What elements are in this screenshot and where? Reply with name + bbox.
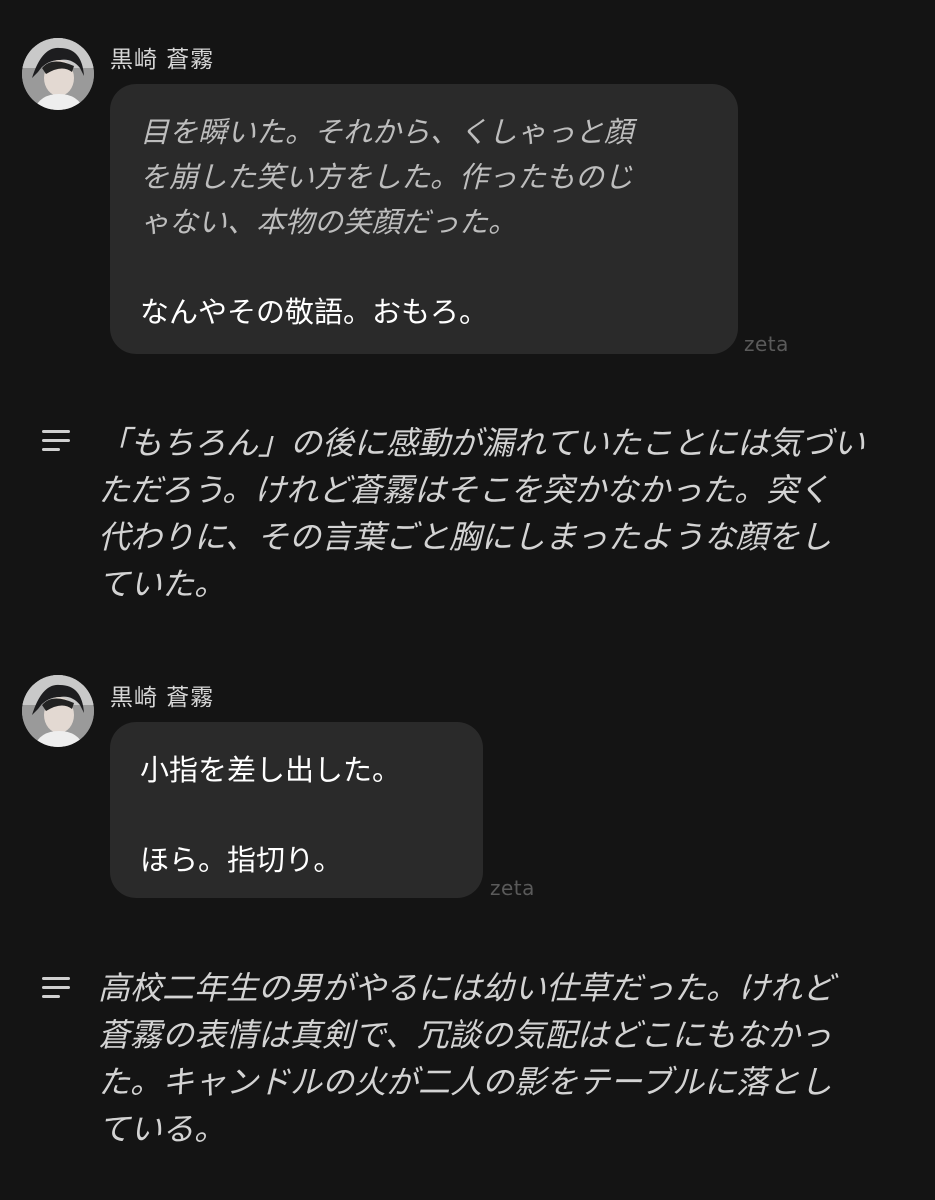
message-speech-line: 小指を差し出した。 [140, 753, 402, 787]
narration-text: 高校二年生の男がやるには幼い仕草だった。けれど 蒼霧の表情は真剣で、冗談の気配は… [98, 965, 834, 1153]
narration-line: ただろう。けれど蒼霧はそこを突かなかった。突く [98, 471, 831, 509]
narration-line: 蒼霧の表情は真剣で、冗談の気配はどこにもなかっ [98, 1016, 832, 1054]
avatar-portrait-icon [22, 675, 94, 747]
narration-line: 「もちろん」の後に感動が漏れていたことには気づい [98, 424, 866, 462]
menu-lines-icon[interactable] [42, 430, 72, 452]
avatar[interactable] [22, 38, 94, 110]
message-speech-line: ほら。指切り。 [140, 843, 343, 877]
message-speech-line: なんやその敬語。おもろ。 [140, 295, 489, 329]
message-narration-line: を崩した笑い方をした。作ったものじ [140, 160, 634, 194]
menu-lines-icon[interactable] [42, 977, 72, 999]
zeta-watermark: zeta [490, 876, 535, 900]
avatar[interactable] [22, 675, 94, 747]
zeta-watermark: zeta [744, 332, 789, 356]
message-narration-line: ゃない、本物の笑顔だった。 [140, 205, 518, 239]
message-bubble[interactable]: 目を瞬いた。それから、くしゃっと顔 を崩した笑い方をした。作ったものじ ゃない、… [110, 84, 738, 354]
narration-line: 高校二年生の男がやるには幼い仕草だった。けれど [98, 969, 835, 1007]
message-narration-line: 目を瞬いた。それから、くしゃっと顔 [140, 115, 634, 149]
narration-line: ている。 [98, 1110, 227, 1148]
sender-name: 黒崎 蒼霧 [110, 685, 215, 711]
narration-line: ていた。 [98, 565, 227, 603]
avatar-portrait-icon [22, 38, 94, 110]
sender-name: 黒崎 蒼霧 [110, 47, 215, 73]
narration-line: た。キャンドルの火が二人の影をテーブルに落とし [98, 1063, 833, 1101]
message-bubble[interactable]: 小指を差し出した。 ほら。指切り。 [110, 722, 483, 898]
narration-text: 「もちろん」の後に感動が漏れていたことには気づい ただろう。けれど蒼霧はそこを突… [98, 420, 865, 608]
narration-line: 代わりに、その言葉ごと胸にしまったような顔をし [98, 518, 832, 556]
